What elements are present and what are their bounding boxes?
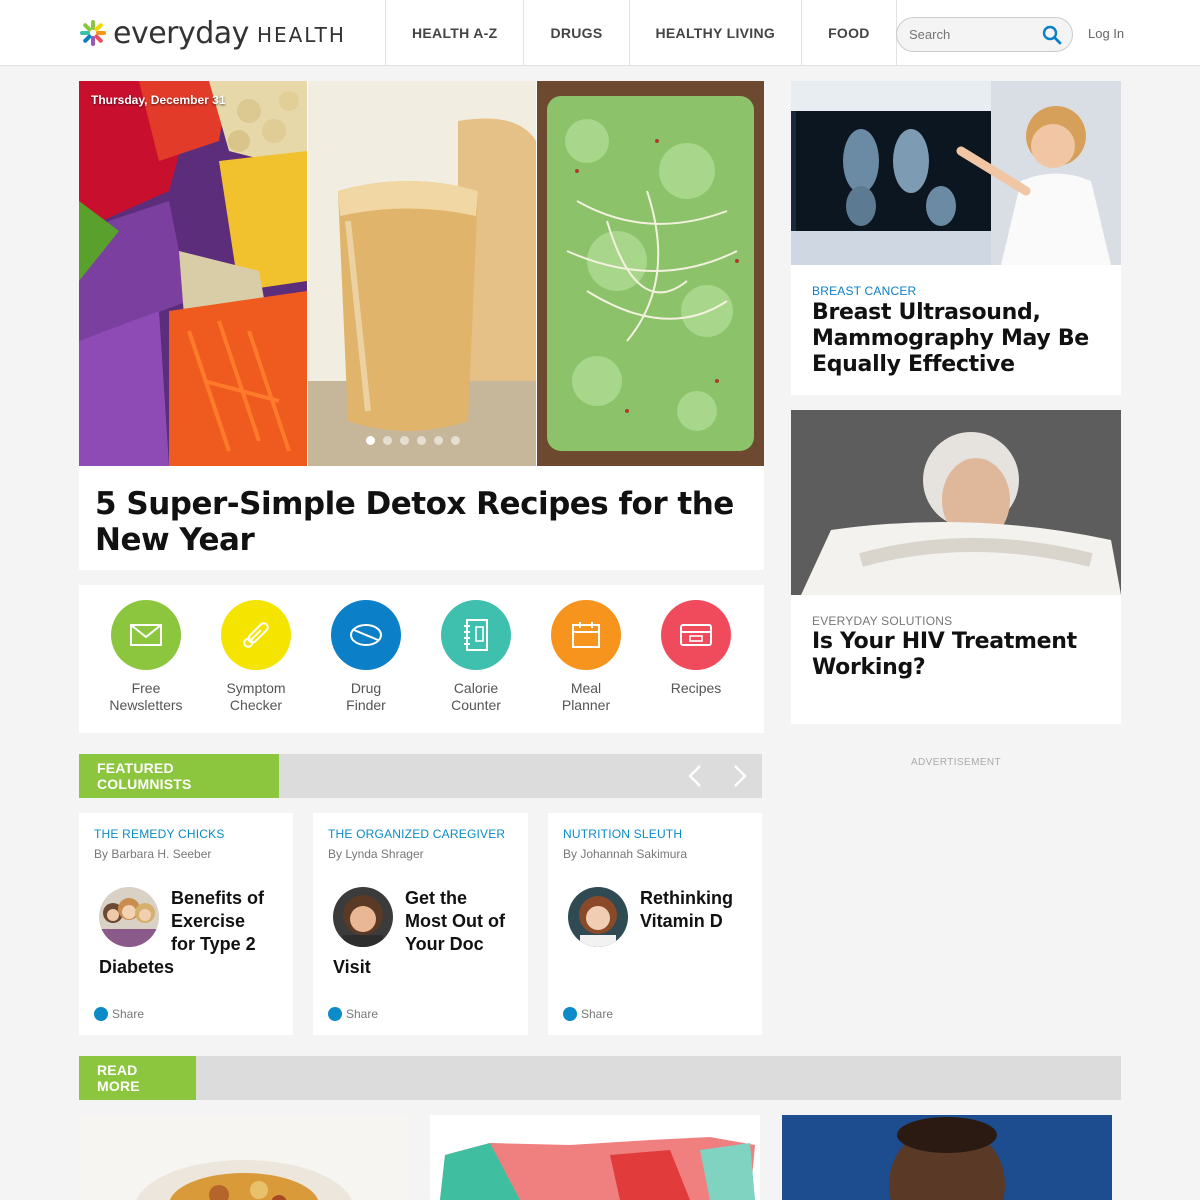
sidebar-card-hiv[interactable]: EVERYDAY SOLUTIONS Is Your HIV Treatment… (791, 410, 1121, 724)
pill-icon (350, 624, 382, 646)
featured-columnists-bar: FEATURED COLUMNISTS (79, 754, 762, 798)
columnist-article[interactable]: Rethinking Vitamin D (568, 887, 743, 951)
read-more-image-map (430, 1115, 760, 1200)
calendar-icon (572, 622, 600, 648)
read-more-card-map[interactable] (430, 1115, 760, 1200)
tool-free-newsletters[interactable]: Free Newsletters (91, 600, 201, 714)
columnist-card-organized-caregiver[interactable]: THE ORGANIZED CAREGIVER By Lynda Shrager… (313, 813, 528, 1035)
sidebar-kicker[interactable]: BREAST CANCER (812, 284, 916, 298)
columnist-kicker[interactable]: THE REMEDY CHICKS (94, 827, 225, 841)
columnist-article[interactable]: Get the Most Out of Your Doc Visit (333, 887, 508, 979)
tool-circle (661, 600, 731, 670)
tool-label: Symptom Checker (226, 680, 286, 713)
tool-label: Meal Planner (561, 680, 611, 713)
share-button[interactable]: Share (328, 1007, 378, 1021)
nav-item-drugs[interactable]: DRUGS (523, 0, 628, 66)
tool-meal-planner[interactable]: Meal Planner (531, 600, 641, 714)
recipe-box-icon (680, 624, 712, 646)
hero-date: Thursday, December 31 (91, 93, 226, 107)
hero-image[interactable]: Thursday, December 31 (79, 81, 764, 466)
columnist-card-remedy-chicks[interactable]: THE REMEDY CHICKS By Barbara H. Seeber B… (79, 813, 293, 1035)
tools-strip: Free Newsletters Symptom Checker Drug Finde… (79, 585, 764, 733)
tool-drug-finder[interactable]: Drug Finder (311, 600, 421, 714)
avatar (333, 887, 393, 947)
columnists-arrows (672, 754, 762, 798)
search-icon[interactable] (1042, 25, 1062, 45)
tool-circle (441, 600, 511, 670)
tool-label: Recipes (670, 680, 722, 696)
featured-columnists-label: FEATURED COLUMNISTS (79, 754, 279, 798)
nav-item-health-a-z[interactable]: HEALTH A-Z (385, 0, 523, 66)
hero-image-avocado-toast (537, 81, 764, 466)
next-arrow-button[interactable] (717, 754, 762, 798)
carousel-dots (366, 436, 460, 445)
logo-word-health: HEALTH (256, 23, 346, 47)
tool-label: Free Newsletters (109, 680, 183, 713)
tool-recipes[interactable]: Recipes (641, 600, 751, 697)
tool-symptom-checker[interactable]: Symptom Checker (201, 600, 311, 714)
columnist-author: By Barbara H. Seeber (94, 847, 212, 861)
chevron-right-icon (733, 765, 747, 787)
share-icon (94, 1007, 108, 1021)
columnist-article[interactable]: Benefits of Exercise for Type 2 Diabetes (99, 887, 274, 979)
nav-item-food[interactable]: FOOD (801, 0, 897, 66)
carousel-dot[interactable] (366, 436, 375, 445)
read-more-card-portrait[interactable] (782, 1115, 1112, 1200)
carousel-dot[interactable] (383, 436, 392, 445)
search-box (896, 17, 1073, 52)
hero-card[interactable]: Thursday, December 31 5 Super-Simple Det… (79, 81, 764, 570)
carousel-dot[interactable] (417, 436, 426, 445)
sidebar-title[interactable]: Is Your HIV Treatment Working? (812, 629, 1102, 681)
columnist-card-nutrition-sleuth[interactable]: NUTRITION SLEUTH By Johannah Sakimura Re… (548, 813, 762, 1035)
tool-circle (551, 600, 621, 670)
columnist-kicker[interactable]: THE ORGANIZED CAREGIVER (328, 827, 505, 841)
tool-calorie-counter[interactable]: Calorie Counter (421, 600, 531, 714)
tool-label: Calorie Counter (451, 680, 501, 713)
tool-circle (221, 600, 291, 670)
carousel-dot[interactable] (434, 436, 443, 445)
share-icon (328, 1007, 342, 1021)
thermometer-icon (243, 622, 269, 648)
columnist-author: By Lynda Shrager (328, 847, 424, 861)
tool-circle (331, 600, 401, 670)
site-logo[interactable]: everyday HEALTH (79, 14, 346, 52)
columnist-article-title[interactable]: Rethinking Vitamin D (640, 888, 733, 931)
columnist-author: By Johannah Sakimura (563, 847, 688, 861)
sidebar-card-breast-cancer[interactable]: BREAST CANCER Breast Ultrasound, Mammogr… (791, 81, 1121, 395)
read-more-image-food (79, 1115, 409, 1200)
sidebar-title[interactable]: Breast Ultrasound, Mammography May Be Eq… (812, 300, 1102, 378)
sidebar-kicker[interactable]: EVERYDAY SOLUTIONS (812, 614, 952, 628)
login-link[interactable]: Log In (1088, 26, 1124, 41)
hero-image-salad: Thursday, December 31 (79, 81, 307, 466)
sidebar-image-woman (791, 410, 1121, 595)
carousel-dot[interactable] (451, 436, 460, 445)
tool-label: Drug Finder (346, 680, 386, 713)
columnist-kicker[interactable]: NUTRITION SLEUTH (563, 827, 682, 841)
share-icon (563, 1007, 577, 1021)
chevron-left-icon (687, 765, 701, 787)
search-input[interactable] (909, 27, 1039, 42)
read-more-card-food[interactable] (79, 1115, 409, 1200)
envelope-icon (130, 624, 162, 646)
carousel-dot[interactable] (400, 436, 409, 445)
nav-item-healthy-living[interactable]: HEALTHY LIVING (628, 0, 802, 66)
tool-circle (111, 600, 181, 670)
share-button[interactable]: Share (94, 1007, 144, 1021)
logo-word-everyday: everyday (113, 15, 249, 51)
share-button[interactable]: Share (563, 1007, 613, 1021)
read-more-label: READ MORE (79, 1056, 196, 1100)
hero-title[interactable]: 5 Super-Simple Detox Recipes for the New… (95, 486, 745, 558)
main-nav: HEALTH A-Z DRUGS HEALTHY LIVING FOOD (385, 0, 897, 66)
sidebar-image-mammography (791, 81, 1121, 265)
avatar (99, 887, 159, 947)
logo-burst-icon (79, 19, 107, 47)
read-more-image-man (782, 1115, 1112, 1200)
advertisement-label: ADVERTISEMENT (910, 757, 1002, 768)
site-header: everyday HEALTH HEALTH A-Z DRUGS HEALTHY… (0, 0, 1200, 66)
prev-arrow-button[interactable] (672, 754, 717, 798)
avatar (568, 887, 628, 947)
notebook-icon (464, 619, 488, 651)
hero-image-smoothie (308, 81, 536, 466)
read-more-bar: READ MORE (79, 1056, 1121, 1100)
